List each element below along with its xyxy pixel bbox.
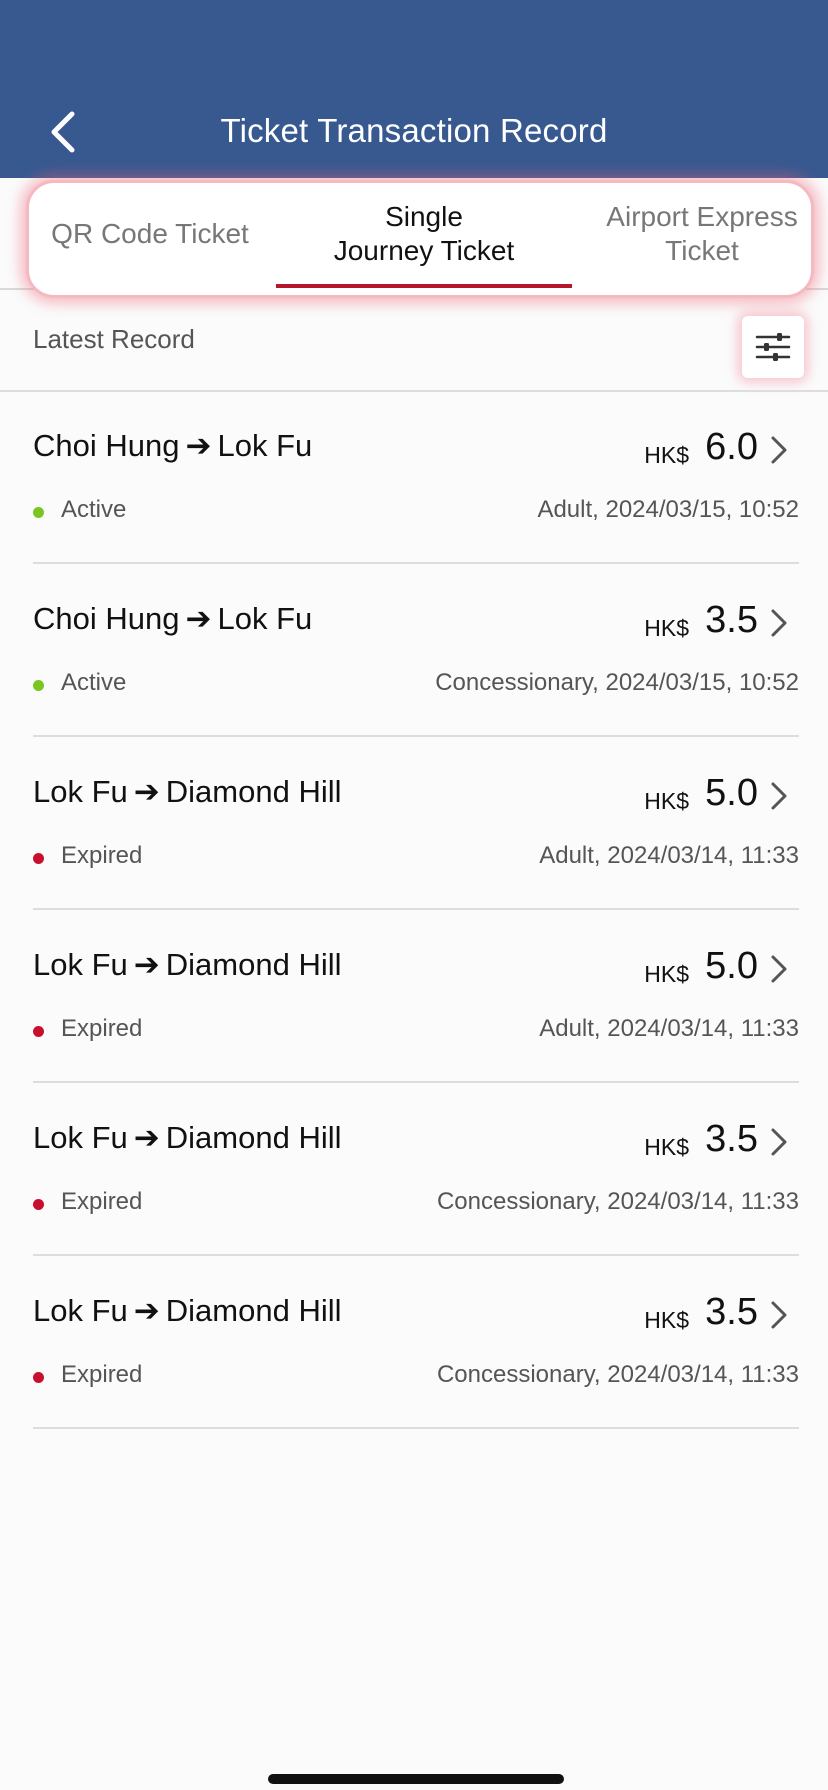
route-to: Diamond Hill bbox=[165, 774, 342, 809]
sliders-icon bbox=[755, 333, 791, 361]
ticket-details: Adult, 2024/03/15, 10:52 bbox=[537, 496, 799, 523]
status-dot bbox=[33, 1026, 44, 1037]
route-from: Choi Hung bbox=[33, 428, 180, 463]
route-from: Lok Fu bbox=[33, 774, 128, 809]
ticket-details: Concessionary, 2024/03/14, 11:33 bbox=[436, 1361, 799, 1388]
tab-label: Single Journey Ticket bbox=[333, 201, 515, 266]
ticket-details: Concessionary, 2024/03/14, 11:33 bbox=[436, 1188, 799, 1215]
row-divider bbox=[33, 908, 799, 910]
record-row[interactable]: Choi Hung ➔ Lok Fu HK$ 3.5 Active Concessionar… bbox=[0, 565, 828, 737]
route-arrow-icon: ➔ bbox=[133, 774, 160, 809]
record-row[interactable]: Lok Fu ➔ Diamond Hill HK$ 3.5 Expired Concessi… bbox=[0, 1084, 828, 1256]
status-label: Expired bbox=[61, 1015, 143, 1042]
tab-airport-express-ticket[interactable]: Airport Express Ticket bbox=[590, 178, 814, 290]
row-divider bbox=[33, 1081, 799, 1083]
route-to: Lok Fu bbox=[217, 601, 313, 636]
status-dot bbox=[33, 1199, 44, 1210]
route-arrow-icon: ➔ bbox=[133, 947, 160, 982]
row-divider bbox=[33, 735, 799, 737]
tab-single-journey-ticket[interactable]: Single Journey Ticket bbox=[276, 178, 572, 290]
route: Lok Fu ➔ Diamond Hill bbox=[33, 1120, 342, 1156]
route-arrow-icon: ➔ bbox=[133, 1293, 160, 1328]
route-arrow-icon: ➔ bbox=[185, 601, 212, 636]
status-dot bbox=[33, 853, 44, 864]
row-divider bbox=[33, 562, 799, 564]
page-title: Ticket Transaction Record bbox=[220, 112, 608, 149]
chevron-right-icon bbox=[771, 782, 787, 810]
price-amount: 5.0 bbox=[705, 945, 758, 987]
route-arrow-icon: ➔ bbox=[133, 1120, 160, 1155]
status-dot bbox=[33, 1372, 44, 1383]
status-label: Expired bbox=[61, 1188, 143, 1215]
chevron-right-icon bbox=[771, 436, 787, 464]
price-currency: HK$ bbox=[644, 1307, 689, 1333]
route: Choi Hung ➔ Lok Fu bbox=[33, 601, 312, 637]
chevron-right-icon bbox=[771, 955, 787, 983]
route-arrow-icon: ➔ bbox=[185, 428, 212, 463]
price-currency: HK$ bbox=[644, 961, 689, 987]
route: Lok Fu ➔ Diamond Hill bbox=[33, 774, 342, 810]
route-from: Lok Fu bbox=[33, 947, 128, 982]
route: Lok Fu ➔ Diamond Hill bbox=[33, 1293, 342, 1329]
chevron-right-icon bbox=[771, 1128, 787, 1156]
row-divider bbox=[33, 1254, 799, 1256]
status-label: Active bbox=[61, 496, 127, 523]
status-dot bbox=[33, 680, 44, 691]
status-dot bbox=[33, 507, 44, 518]
route-from: Lok Fu bbox=[33, 1293, 128, 1328]
ticket-details: Concessionary, 2024/03/15, 10:52 bbox=[435, 669, 799, 696]
chevron-right-icon bbox=[771, 1301, 787, 1329]
route-from: Lok Fu bbox=[33, 1120, 128, 1155]
price-amount: 3.5 bbox=[705, 1118, 758, 1160]
route-to: Lok Fu bbox=[217, 428, 313, 463]
app-header: Ticket Transaction Record bbox=[0, 0, 828, 178]
price-currency: HK$ bbox=[644, 615, 689, 641]
price-currency: HK$ bbox=[644, 1134, 689, 1160]
price-currency: HK$ bbox=[644, 442, 689, 468]
record-row[interactable]: Lok Fu ➔ Diamond Hill HK$ 3.5 Expired Concessi… bbox=[0, 1257, 828, 1429]
status-label: Expired bbox=[61, 1361, 143, 1388]
route: Lok Fu ➔ Diamond Hill bbox=[33, 947, 342, 983]
record-row[interactable]: Choi Hung ➔ Lok Fu HK$ 6.0 Active Adult, 2024/… bbox=[0, 392, 828, 564]
price-currency: HK$ bbox=[644, 788, 689, 814]
tab-label: QR Code Ticket bbox=[51, 218, 249, 249]
section-label: Latest Record bbox=[33, 324, 195, 354]
price-amount: 5.0 bbox=[705, 772, 758, 814]
record-row[interactable]: Lok Fu ➔ Diamond Hill HK$ 5.0 Expired Adult, 2… bbox=[0, 738, 828, 910]
ticket-details: Adult, 2024/03/14, 11:33 bbox=[539, 842, 799, 869]
price-amount: 3.5 bbox=[705, 1291, 758, 1333]
tab-label: Airport Express Ticket bbox=[606, 201, 798, 266]
active-tab-indicator bbox=[276, 284, 572, 288]
price-amount: 3.5 bbox=[705, 599, 758, 641]
status-label: Active bbox=[61, 669, 127, 696]
record-row[interactable]: Lok Fu ➔ Diamond Hill HK$ 5.0 Expired Adult, 2… bbox=[0, 911, 828, 1083]
chevron-right-icon bbox=[771, 609, 787, 637]
route-from: Choi Hung bbox=[33, 601, 180, 636]
filter-button[interactable] bbox=[742, 316, 804, 378]
route-to: Diamond Hill bbox=[165, 1293, 342, 1328]
route: Choi Hung ➔ Lok Fu bbox=[33, 428, 312, 464]
tab-qr-code-ticket[interactable]: QR Code Ticket bbox=[26, 178, 274, 290]
home-indicator bbox=[268, 1774, 564, 1784]
ticket-details: Adult, 2024/03/14, 11:33 bbox=[539, 1015, 799, 1042]
price-amount: 6.0 bbox=[705, 426, 758, 468]
status-label: Expired bbox=[61, 842, 143, 869]
route-to: Diamond Hill bbox=[165, 947, 342, 982]
route-to: Diamond Hill bbox=[165, 1120, 342, 1155]
row-divider bbox=[33, 1427, 799, 1429]
